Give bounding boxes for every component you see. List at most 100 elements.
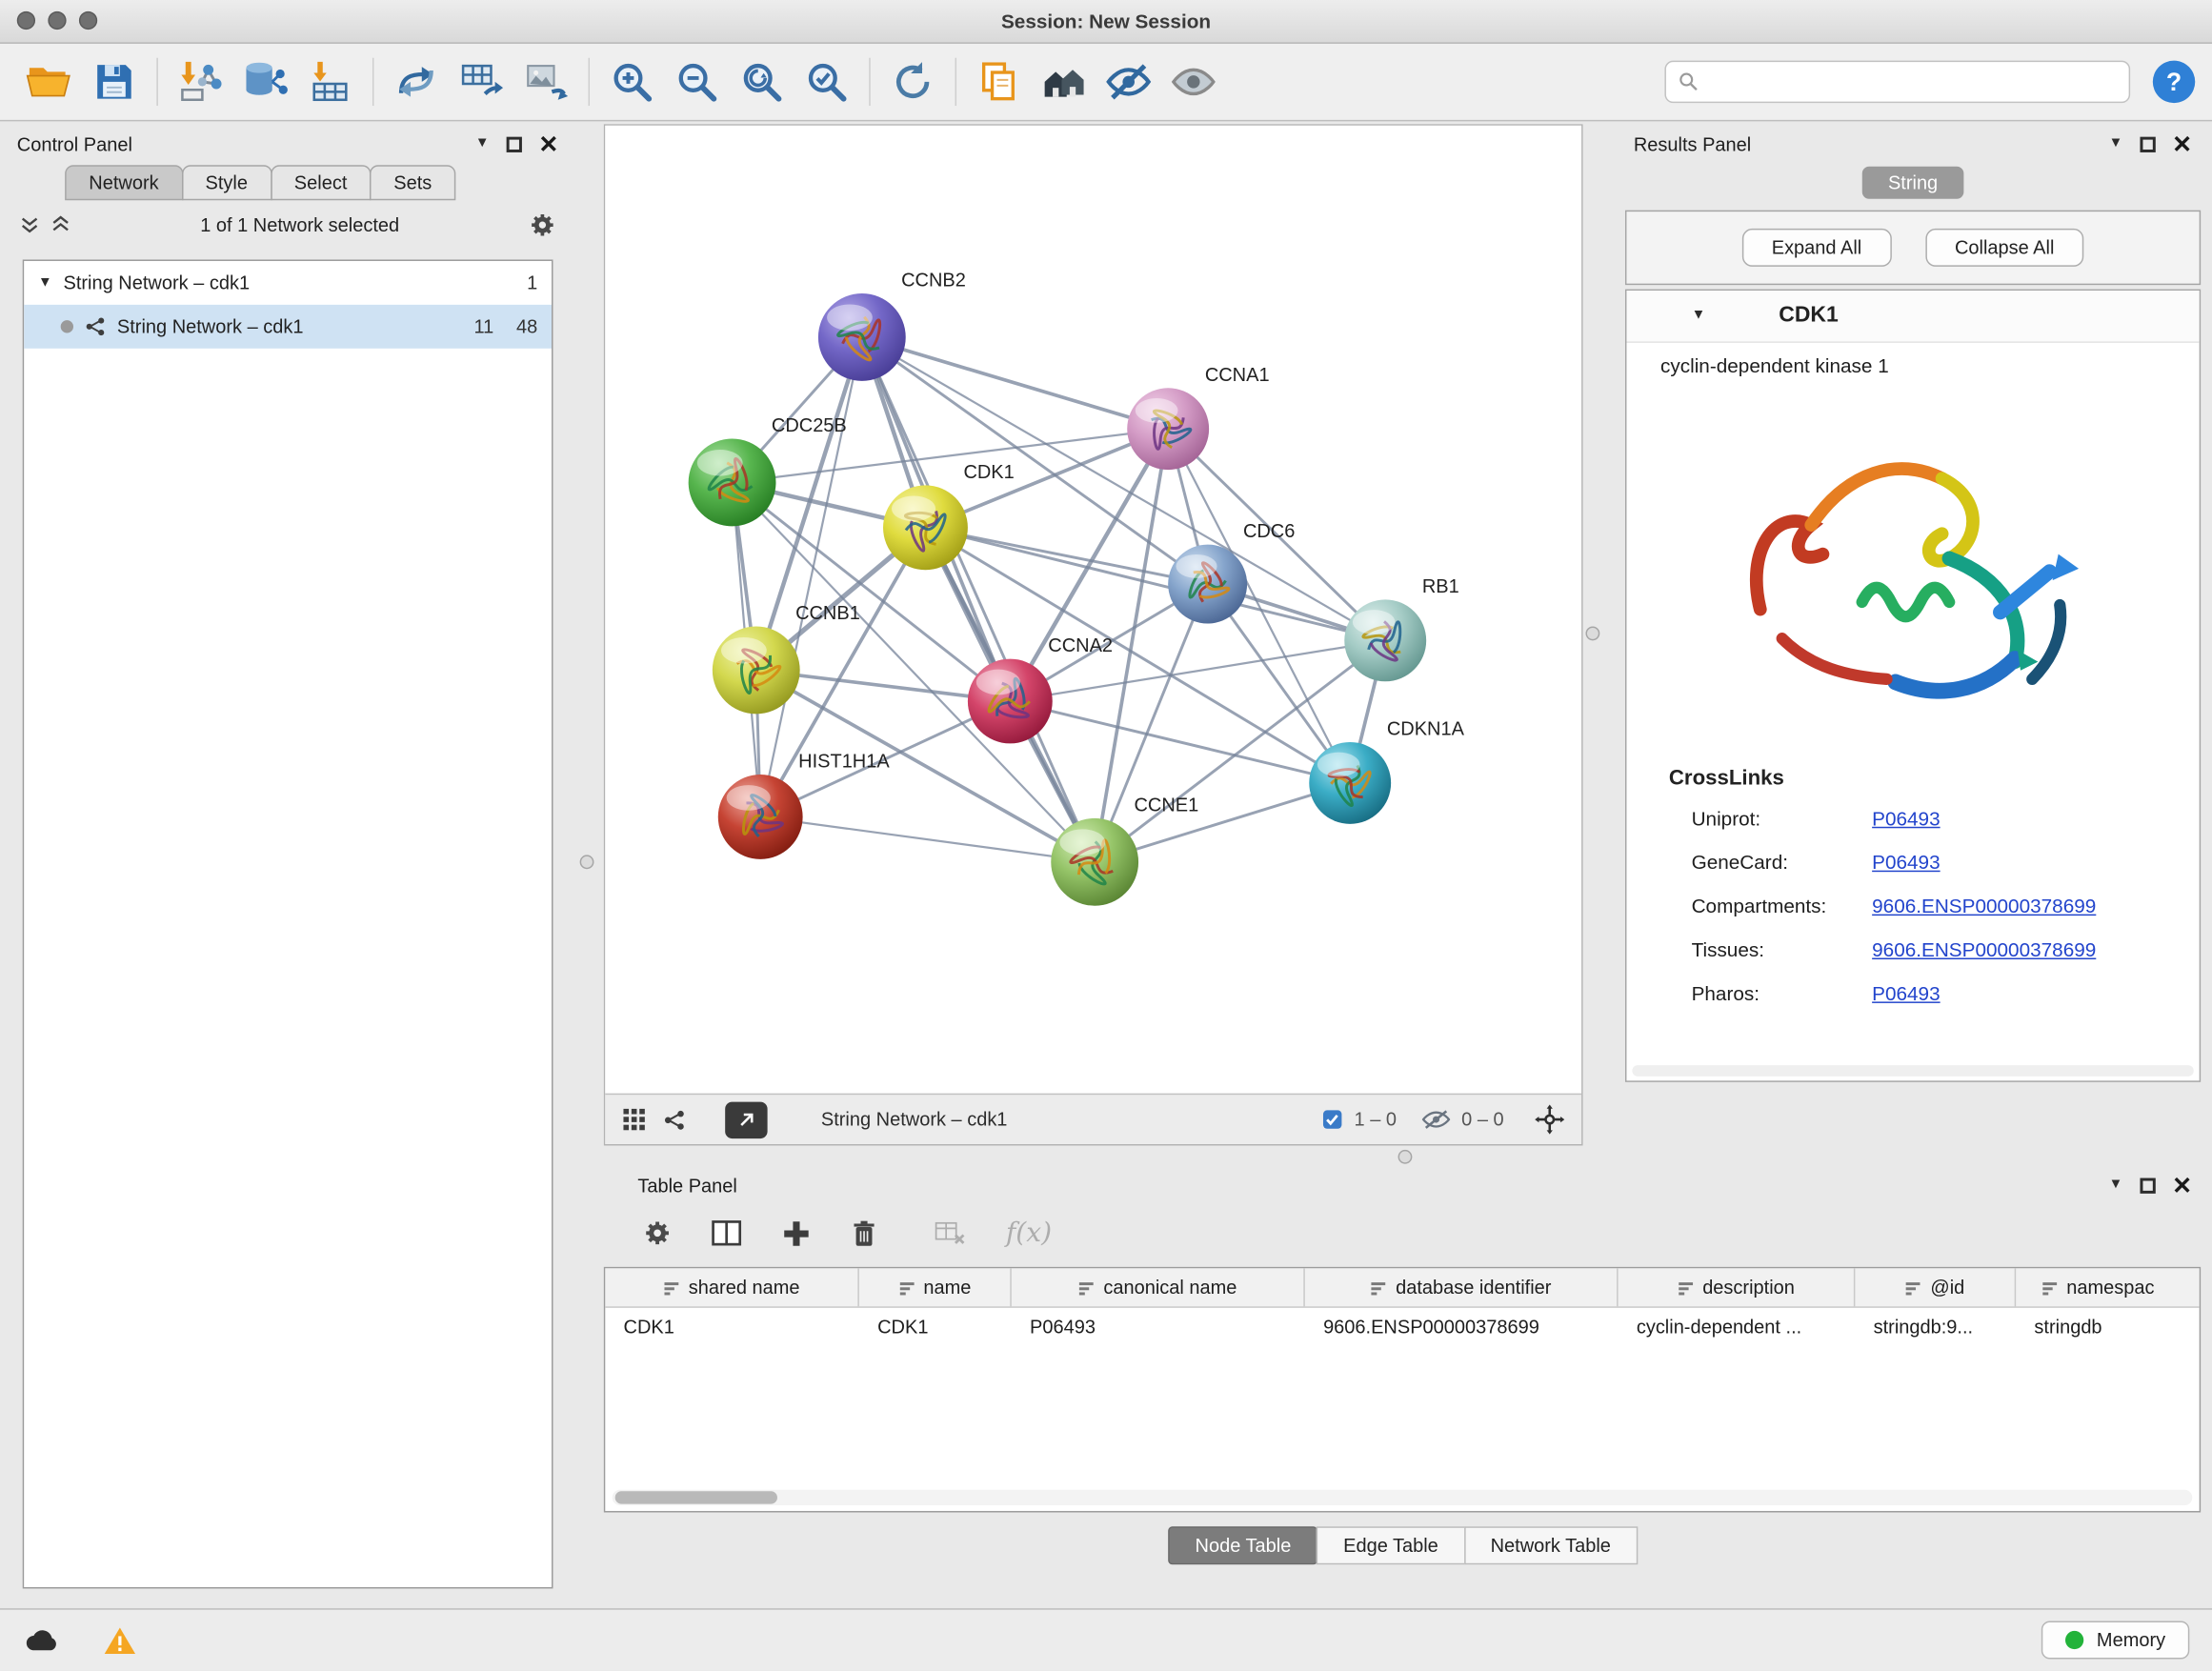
column-header[interactable]: canonical name — [1012, 1268, 1305, 1306]
crosslink-link[interactable]: P06493 — [1872, 981, 1940, 1004]
float-panel-icon[interactable] — [506, 136, 521, 151]
grid-icon[interactable] — [622, 1107, 646, 1131]
network-arrows-button[interactable] — [384, 50, 449, 114]
network-graph[interactable]: CCNB2CCNA1CDC25BCDK1CDC6RB1CCNB1CCNA2CDK… — [605, 126, 1581, 1094]
hidden-eye-icon[interactable] — [1422, 1109, 1451, 1130]
horizontal-scrollbar[interactable] — [1632, 1065, 2193, 1077]
refresh-button[interactable] — [880, 50, 945, 114]
column-header[interactable]: description — [1619, 1268, 1856, 1306]
expand-all-button[interactable]: Expand All — [1742, 229, 1892, 267]
close-panel-icon[interactable]: ✕ — [2172, 1173, 2192, 1197]
network-edge[interactable] — [862, 337, 1095, 862]
tab-select[interactable]: Select — [271, 165, 372, 200]
table-row[interactable]: CDK1 CDK1 P06493 9606.ENSP00000378699 cy… — [605, 1308, 2199, 1346]
global-search-field[interactable] — [1664, 61, 2130, 103]
float-panel-icon[interactable] — [2140, 136, 2155, 151]
network-node-hist1h1a[interactable] — [718, 775, 803, 859]
horizontal-scrollbar[interactable] — [613, 1490, 2193, 1505]
zoom-in-button[interactable] — [599, 50, 664, 114]
network-node-ccna2[interactable] — [968, 659, 1053, 744]
export-network-button[interactable] — [725, 1101, 767, 1138]
scrollbar-thumb[interactable] — [615, 1491, 777, 1503]
panel-menu-icon[interactable]: ▼ — [2109, 1178, 2123, 1193]
network-edge[interactable] — [760, 816, 1095, 861]
plus-icon[interactable] — [781, 1218, 811, 1248]
houses-button[interactable] — [1032, 50, 1096, 114]
column-header[interactable]: name — [859, 1268, 1012, 1306]
crosslink-link[interactable]: P06493 — [1872, 850, 1940, 873]
panel-menu-icon[interactable]: ▼ — [475, 137, 490, 151]
network-node-cdc6[interactable] — [1168, 545, 1247, 624]
trash-icon[interactable] — [851, 1218, 877, 1248]
memory-button[interactable]: Memory — [2041, 1621, 2189, 1660]
network-node-rb1[interactable] — [1344, 599, 1426, 681]
gear-icon[interactable] — [643, 1218, 672, 1247]
search-input[interactable] — [1708, 70, 2117, 93]
float-panel-icon[interactable] — [2140, 1178, 2155, 1193]
import-table-button[interactable] — [297, 50, 362, 114]
network-row[interactable]: String Network – cdk1 11 48 — [24, 305, 552, 349]
crosslink-link[interactable]: P06493 — [1872, 806, 1940, 829]
share-icon[interactable] — [663, 1108, 686, 1131]
warning-icon[interactable] — [103, 1624, 137, 1656]
expand-all-icon[interactable] — [50, 214, 70, 234]
network-node-ccnb1[interactable] — [713, 627, 800, 715]
network-edge[interactable] — [862, 337, 1168, 429]
crosslink-link[interactable]: 9606.ENSP00000378699 — [1872, 894, 2096, 916]
splitter-handle[interactable] — [580, 855, 594, 869]
crosshair-icon[interactable] — [1535, 1105, 1564, 1135]
copy-document-button[interactable] — [966, 50, 1031, 114]
network-node-cdkn1a[interactable] — [1309, 742, 1391, 824]
show-all-button[interactable] — [1161, 50, 1226, 114]
collapse-entry-icon[interactable]: ▼ — [1692, 309, 1706, 323]
columns-icon[interactable] — [711, 1218, 742, 1247]
network-node-cdc25b[interactable] — [689, 439, 776, 527]
checkbox-icon[interactable] — [1321, 1109, 1342, 1130]
splitter-handle[interactable] — [1586, 627, 1600, 641]
zoom-out-button[interactable] — [664, 50, 729, 114]
close-panel-icon[interactable]: ✕ — [538, 131, 558, 155]
import-network-file-button[interactable] — [168, 50, 232, 114]
open-session-button[interactable] — [17, 50, 82, 114]
tab-sets[interactable]: Sets — [370, 165, 455, 200]
tab-style[interactable]: Style — [181, 165, 271, 200]
image-export-button[interactable] — [513, 50, 578, 114]
hide-unhide-button[interactable] — [1096, 50, 1161, 114]
panel-menu-icon[interactable]: ▼ — [2109, 137, 2123, 151]
import-network-database-button[interactable] — [232, 50, 297, 114]
tree-expand-icon[interactable]: ▼ — [38, 276, 52, 291]
cloud-icon[interactable] — [23, 1626, 61, 1653]
close-panel-icon[interactable]: ✕ — [2172, 131, 2192, 155]
network-collection-row[interactable]: ▼ String Network – cdk1 1 — [24, 261, 552, 305]
close-window-button[interactable] — [17, 11, 35, 30]
tab-network-table[interactable]: Network Table — [1463, 1526, 1638, 1564]
zoom-selected-button[interactable] — [794, 50, 859, 114]
table-export-button[interactable] — [449, 50, 513, 114]
tab-node-table[interactable]: Node Table — [1168, 1526, 1317, 1564]
save-session-button[interactable] — [82, 50, 147, 114]
network-node-ccna1[interactable] — [1127, 388, 1209, 470]
column-header[interactable]: database identifier — [1305, 1268, 1619, 1306]
network-canvas[interactable]: CCNB2CCNA1CDC25BCDK1CDC6RB1CCNB1CCNA2CDK… — [605, 126, 1581, 1094]
network-node-ccnb2[interactable] — [818, 293, 906, 381]
network-edge[interactable] — [925, 528, 1385, 640]
network-edge[interactable] — [760, 337, 862, 816]
minimize-window-button[interactable] — [48, 11, 66, 30]
entry-header[interactable]: ▼ CDK1 — [1626, 291, 2199, 343]
network-node-cdk1[interactable] — [883, 485, 968, 570]
tab-string[interactable]: String — [1862, 167, 1963, 199]
tab-network[interactable]: Network — [65, 165, 183, 200]
column-header[interactable]: @id — [1855, 1268, 2016, 1306]
tab-edge-table[interactable]: Edge Table — [1317, 1526, 1465, 1564]
gear-icon[interactable] — [529, 211, 555, 237]
collapse-all-icon[interactable] — [20, 214, 40, 234]
column-header[interactable]: namespac — [2016, 1268, 2180, 1306]
help-button[interactable]: ? — [2153, 61, 2195, 103]
zoom-fit-button[interactable] — [730, 50, 794, 114]
network-node-ccne1[interactable] — [1051, 818, 1138, 906]
maximize-window-button[interactable] — [79, 11, 97, 30]
crosslink-link[interactable]: 9606.ENSP00000378699 — [1872, 937, 2096, 960]
column-header[interactable]: shared name — [605, 1268, 859, 1306]
collapse-all-button[interactable]: Collapse All — [1925, 229, 2084, 267]
splitter-handle[interactable] — [1398, 1150, 1413, 1164]
